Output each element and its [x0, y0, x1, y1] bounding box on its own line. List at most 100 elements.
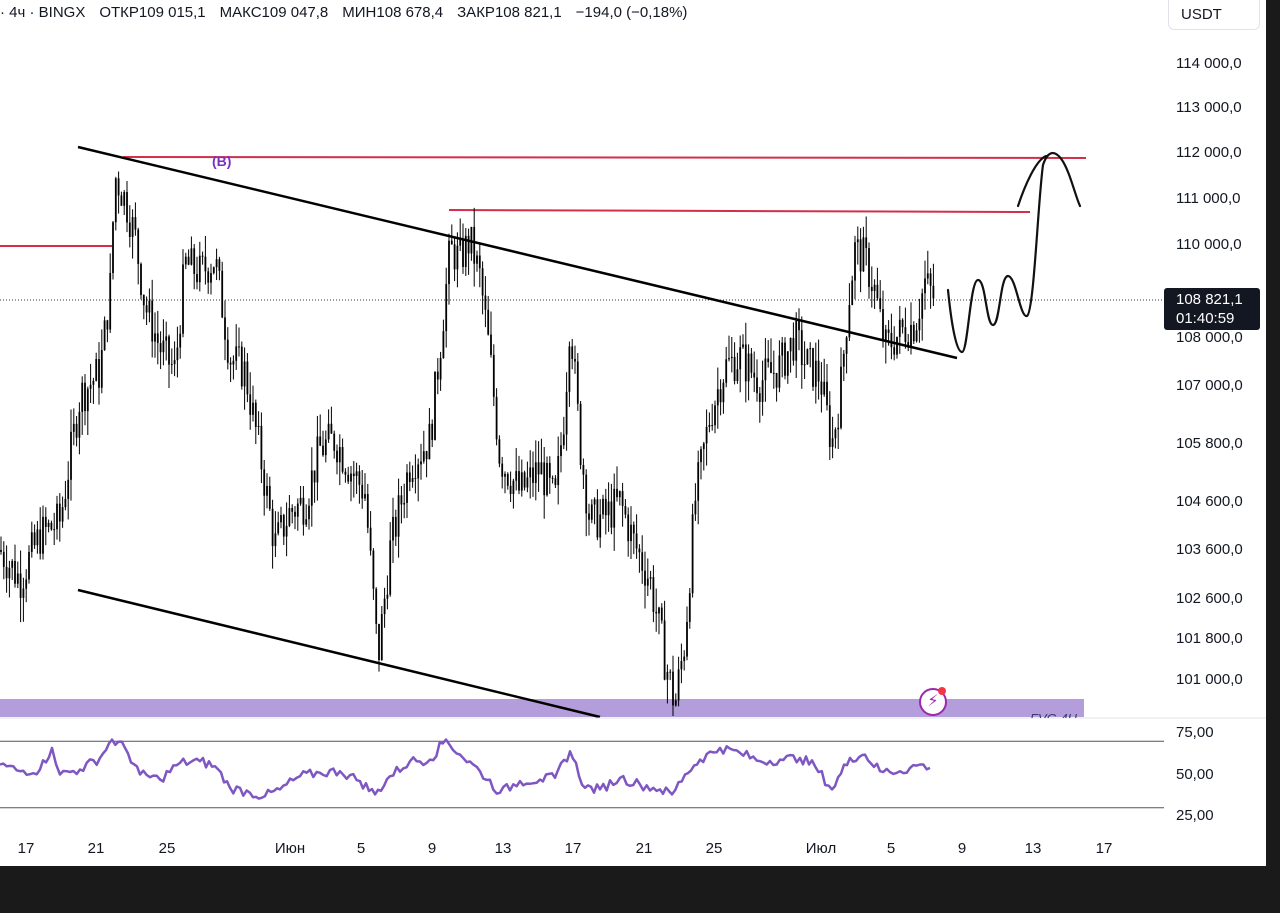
candle-body: [898, 319, 901, 337]
candle-body: [201, 255, 204, 257]
candle-body: [72, 423, 75, 432]
candle-body: [19, 573, 22, 598]
candle-body: [526, 477, 529, 488]
wave-label: (B): [212, 153, 232, 169]
candle-body: [453, 244, 456, 270]
candle-body: [714, 405, 716, 426]
candle-body: [5, 566, 8, 579]
candle-body: [641, 552, 644, 571]
candle-body: [624, 506, 627, 515]
candle-body: [688, 593, 691, 622]
candle-body: [434, 371, 436, 440]
candle-body: [103, 320, 106, 350]
candle-body: [50, 522, 53, 530]
close-value: 108 821,1: [494, 4, 562, 21]
candle-body: [280, 514, 282, 523]
candle-body: [604, 498, 607, 516]
currency-button[interactable]: USDT: [1168, 0, 1260, 30]
candle-body: [36, 529, 39, 546]
candle-body: [364, 494, 366, 499]
candle-body: [711, 425, 714, 427]
candle-body: [736, 369, 739, 382]
candle-body: [380, 614, 383, 661]
candle-body: [341, 447, 344, 472]
candle-body: [324, 439, 327, 456]
candle-body: [764, 358, 767, 381]
candle-body: [758, 393, 761, 402]
candle-body: [369, 527, 372, 551]
candle-body: [316, 436, 319, 483]
candle-body: [327, 423, 330, 440]
candle-body: [392, 516, 394, 541]
candle-body: [140, 263, 142, 296]
candle-body: [750, 353, 753, 373]
candle-body: [238, 346, 240, 348]
candle-body: [319, 436, 322, 446]
candle-body: [137, 229, 140, 264]
candle-body: [361, 484, 364, 499]
candle-body: [204, 256, 207, 272]
candle-body: [176, 347, 179, 361]
candle-body: [445, 284, 448, 332]
candle-body: [81, 382, 84, 412]
candle-body: [789, 337, 792, 352]
candle-body: [240, 346, 243, 387]
candle-body: [210, 273, 212, 283]
candle-body: [702, 443, 705, 450]
candle-body: [8, 567, 11, 579]
candle-body: [98, 359, 100, 388]
interval-label[interactable]: · 4ч · BINGX: [0, 4, 85, 22]
candles-layer: [0, 171, 935, 716]
candle-body: [590, 504, 593, 520]
candle-body: [579, 403, 582, 466]
close-label: ЗАКР: [457, 4, 495, 21]
candle-body: [212, 267, 215, 274]
candle-body: [781, 342, 784, 356]
candle-body: [114, 178, 117, 223]
candle-body: [84, 382, 86, 412]
candle-body: [352, 473, 355, 477]
candle-body: [879, 298, 882, 310]
candle-body: [126, 192, 128, 223]
candle-body: [294, 511, 296, 517]
candle-body: [490, 334, 492, 355]
candle-body: [565, 391, 568, 435]
candle-body: [554, 478, 557, 486]
candle-body: [862, 237, 865, 272]
candle-body: [859, 239, 862, 272]
candle-body: [543, 462, 546, 496]
candle-body: [2, 551, 5, 567]
candle-body: [165, 336, 168, 341]
candle-body: [389, 540, 392, 595]
candle-body: [784, 342, 786, 376]
candle-body: [25, 579, 28, 589]
candle-body: [532, 467, 534, 483]
time-tick-label: 17: [564, 840, 582, 857]
candle-body: [11, 560, 14, 568]
candle-body: [252, 402, 254, 415]
candle-body: [767, 358, 770, 363]
low-value: 108 678,4: [376, 4, 444, 21]
candle-body: [509, 485, 512, 495]
candle-body: [431, 423, 434, 440]
candle-body: [512, 480, 515, 495]
candle-body: [299, 497, 302, 504]
candle-body: [260, 425, 263, 470]
candle-body: [884, 329, 887, 342]
candle-body: [263, 469, 266, 496]
price-tick-label: 113 000,0: [1176, 99, 1242, 116]
candle-body: [221, 270, 224, 318]
candle-body: [112, 222, 114, 274]
candle-body: [162, 340, 165, 353]
candle-body: [730, 356, 733, 359]
candle-body: [632, 524, 635, 534]
rsi-line: [0, 738, 931, 800]
candle-body: [168, 336, 170, 365]
candle-body: [814, 360, 817, 387]
candle-body: [742, 344, 744, 348]
price-tick-label: 101 000,0: [1176, 671, 1243, 688]
candle-body: [823, 381, 826, 395]
candle-body: [655, 611, 658, 614]
projection-layer: [946, 152, 1082, 354]
candle-body: [89, 384, 92, 389]
